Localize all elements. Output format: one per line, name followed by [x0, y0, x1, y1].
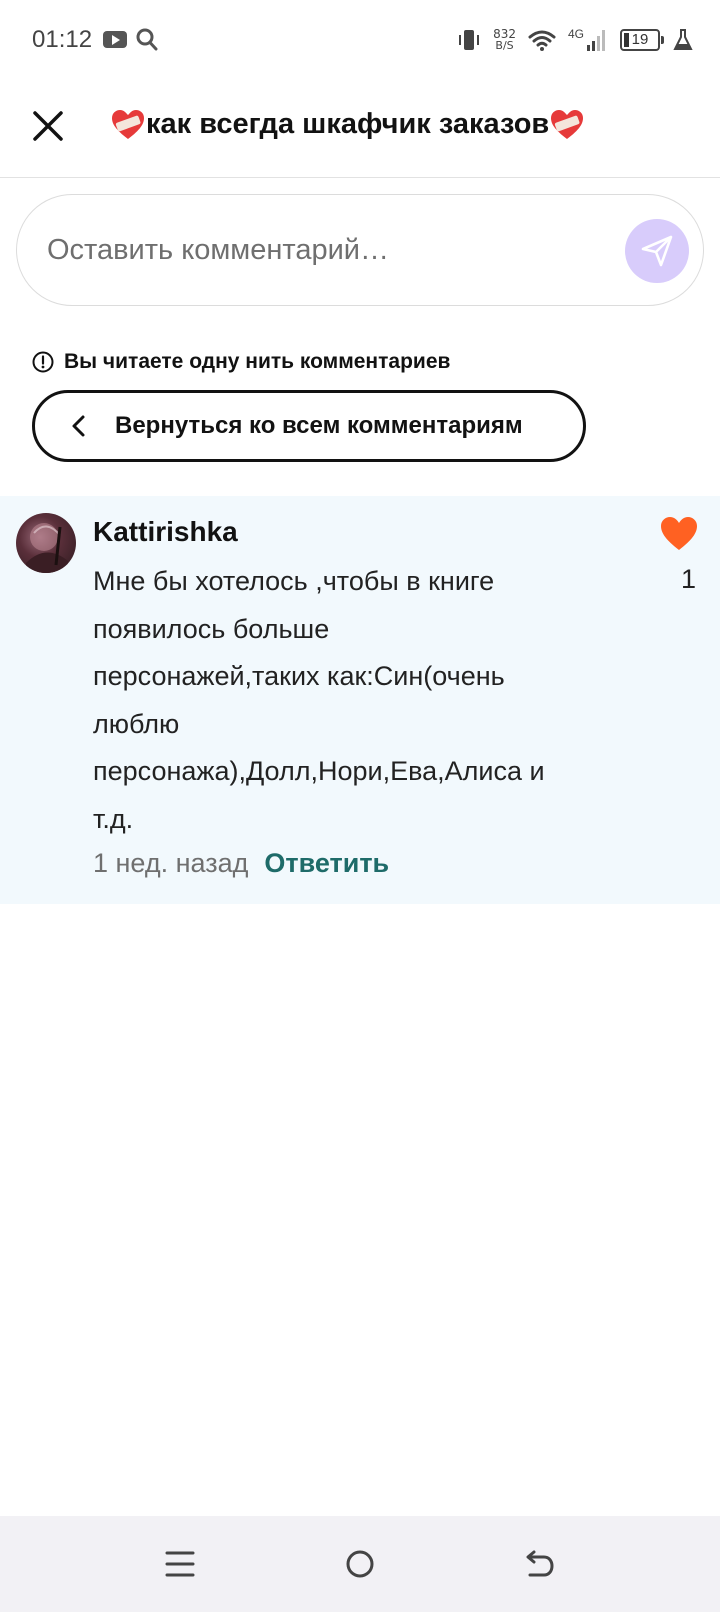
page-title: как всегда шкафчик заказов: [110, 108, 585, 141]
comment-timestamp: 1 нед. назад: [93, 848, 249, 878]
header: как всегда шкафчик заказов: [0, 80, 720, 178]
network-type: 4G: [567, 27, 584, 41]
comment-author[interactable]: Kattirishka: [93, 516, 238, 548]
info-alert-icon: [32, 351, 54, 373]
comment-line: персонажей,таких как:Син(очень: [93, 661, 505, 691]
chevron-left-icon: [72, 415, 85, 437]
vibrate-icon: [459, 30, 480, 50]
youtube-icon: [103, 31, 127, 48]
comment-text: Мне бы хотелось ,чтобы в книге появилось…: [93, 558, 603, 843]
comment-line: люблю: [93, 708, 180, 739]
page-title-text: как всегда шкафчик заказов: [146, 108, 550, 140]
comment-line: персонажа),Долл,Нори,Ева,Алиса и: [93, 756, 545, 786]
close-icon[interactable]: [28, 106, 68, 146]
home-circle-icon[interactable]: [338, 1542, 382, 1586]
send-button[interactable]: [625, 219, 689, 283]
menu-icon[interactable]: [158, 1542, 202, 1586]
lab-flask-icon: [673, 29, 693, 50]
heart-icon[interactable]: [660, 516, 698, 552]
comment-item: Kattirishka Мне бы хотелось ,чтобы в кни…: [0, 496, 720, 904]
mending-heart-icon: [551, 109, 584, 139]
net-speed: 832 B/S: [493, 27, 516, 52]
back-to-all-comments-button[interactable]: Вернуться ко всем комментариям: [32, 390, 586, 462]
wifi-icon: [528, 30, 556, 51]
comment-line: т.д.: [93, 803, 134, 834]
comment-line: появилось больше: [93, 613, 330, 644]
avatar[interactable]: [16, 513, 76, 573]
reply-button[interactable]: Ответить: [264, 848, 389, 879]
comment-input-container: [16, 194, 704, 306]
thread-notice: Вы читаете одну нить комментариев: [32, 350, 450, 374]
back-to-all-comments-label: Вернуться ко всем комментариям: [115, 412, 523, 439]
signal-icon: [587, 30, 605, 51]
status-time: 01:12: [32, 26, 93, 53]
battery-level: 19: [631, 31, 649, 48]
mending-heart-icon: [112, 109, 144, 139]
battery-icon: 19: [620, 29, 664, 51]
comment-line: Мне бы хотелось ,чтобы в книге: [93, 566, 495, 596]
send-icon: [641, 235, 673, 267]
thread-notice-text: Вы читаете одну нить комментариев: [64, 350, 451, 373]
avatar-image: [26, 523, 68, 573]
system-nav-bar: [0, 1516, 720, 1612]
comment-input[interactable]: [47, 225, 607, 275]
like-count: 1: [680, 564, 696, 594]
back-arrow-icon[interactable]: [518, 1542, 562, 1586]
comment-meta: 1 нед. назад Ответить: [93, 848, 389, 879]
search-icon: [136, 28, 158, 51]
status-bar: 01:12 832 B/S 4G 19: [0, 0, 720, 80]
status-icons: 832 B/S 4G 19: [457, 22, 694, 58]
